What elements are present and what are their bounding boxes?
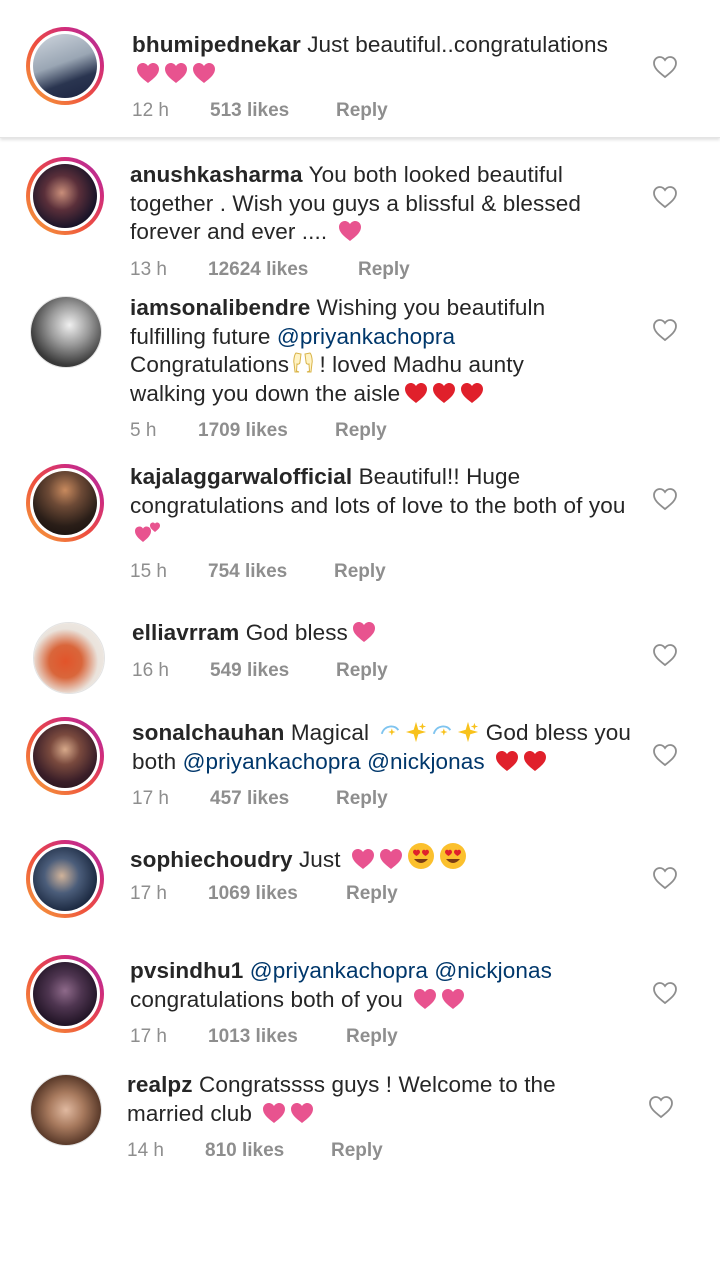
pink-hearts-emoji (258, 1101, 314, 1126)
heart-outline-icon[interactable] (652, 185, 678, 209)
comment-body: Just (298, 847, 341, 872)
avatar[interactable] (26, 717, 104, 795)
comment-meta: 16 h 549 likes Reply (132, 660, 388, 682)
heart-outline-icon[interactable] (648, 1095, 674, 1119)
comment-text: iamsonalibendre Wishing you beautifuln f… (130, 294, 600, 408)
mention-link[interactable]: @priyankachopra (277, 324, 455, 349)
likes-count[interactable]: 1709 likes (198, 420, 335, 442)
pink-hearts-emoji (409, 987, 465, 1012)
likes-count[interactable]: 1069 likes (208, 883, 346, 905)
heart-outline-icon[interactable] (652, 318, 678, 342)
heart-outline-icon[interactable] (652, 487, 678, 511)
comment-meta: 13 h 12624 likes Reply (130, 259, 410, 281)
comment-body: Congratulations (130, 352, 290, 377)
timestamp: 12 h (132, 100, 169, 121)
likes-count[interactable]: 12624 likes (208, 259, 358, 281)
pink-hearts-emoji (347, 847, 403, 872)
username[interactable]: pvsindhu1 (130, 958, 243, 983)
heart-eyes-emoji (403, 847, 467, 872)
red-hearts-emoji (400, 381, 484, 406)
timestamp: 13 h (130, 259, 167, 280)
reply-button[interactable]: Reply (336, 660, 388, 682)
timestamp: 16 h (132, 660, 169, 681)
comment-meta: 12 h 513 likes Reply (132, 100, 388, 122)
heart-outline-icon[interactable] (652, 55, 678, 79)
comment-body: Magical (290, 720, 370, 745)
sparkles-emoji (375, 720, 479, 745)
mention-link[interactable]: @nickjonas (367, 749, 485, 774)
avatar[interactable] (30, 296, 102, 368)
mention-link[interactable]: @priyankachopra (250, 958, 428, 983)
comment-meta: 15 h 754 likes Reply (130, 561, 386, 583)
likes-count[interactable]: 754 likes (208, 561, 334, 583)
comment-text: sonalchauhan Magical God bless you both … (132, 719, 632, 776)
username[interactable]: sonalchauhan (132, 720, 284, 745)
username[interactable]: bhumipednekar (132, 32, 301, 57)
heart-outline-icon[interactable] (652, 743, 678, 767)
heart-outline-icon[interactable] (652, 866, 678, 890)
heart-outline-icon[interactable] (652, 643, 678, 667)
timestamp: 17 h (132, 788, 169, 809)
two-hearts-emoji (134, 520, 162, 544)
timestamp: 15 h (130, 561, 167, 582)
mention-link[interactable]: @nickjonas (434, 958, 552, 983)
comment-body: God bless (245, 620, 348, 645)
reply-button[interactable]: Reply (334, 561, 386, 583)
heart-outline-icon[interactable] (652, 981, 678, 1005)
clinking-glasses-emoji (293, 351, 313, 375)
avatar[interactable] (26, 840, 104, 918)
mention-link[interactable]: @priyankachopra (183, 749, 361, 774)
timestamp: 14 h (127, 1140, 164, 1161)
comment-body: congratulations both of you (130, 986, 403, 1012)
reply-button[interactable]: Reply (336, 788, 388, 810)
comment-body: Just beautiful..congratulations (307, 32, 608, 57)
comment-meta: 5 h 1709 likes Reply (130, 420, 387, 442)
comment-text: realpz Congratssss guys ! Welcome to the… (127, 1071, 627, 1128)
reply-button[interactable]: Reply (346, 1026, 398, 1048)
comment-text: elliavrram God bless (132, 619, 612, 648)
avatar[interactable] (26, 955, 104, 1033)
username[interactable]: elliavrram (132, 620, 239, 645)
username[interactable]: realpz (127, 1072, 193, 1097)
avatar[interactable] (30, 1074, 102, 1146)
likes-count[interactable]: 810 likes (205, 1140, 331, 1162)
reply-button[interactable]: Reply (346, 883, 398, 905)
likes-count[interactable]: 513 likes (210, 100, 336, 122)
pink-heart-emoji (352, 621, 376, 643)
comment-text: pvsindhu1 @priyankachopra @nickjonas con… (130, 957, 630, 1014)
username[interactable]: sophiechoudry (130, 847, 293, 872)
reply-button[interactable]: Reply (358, 259, 410, 281)
username[interactable]: anushkasharma (130, 162, 303, 187)
comment-text: sophiechoudry Just (130, 842, 630, 875)
avatar[interactable] (26, 464, 104, 542)
comment-meta: 17 h 1013 likes Reply (130, 1026, 398, 1048)
timestamp: 17 h (130, 883, 167, 904)
reply-button[interactable]: Reply (331, 1140, 383, 1162)
avatar[interactable] (26, 157, 104, 235)
comment-text: anushkasharma You both looked beautiful … (130, 161, 630, 247)
avatar[interactable] (33, 622, 105, 694)
comment-text: kajalaggarwalofficial Beautiful!! Huge c… (130, 463, 640, 549)
comment-meta: 17 h 1069 likes Reply (130, 883, 398, 905)
username[interactable]: iamsonalibendre (130, 295, 310, 320)
reply-button[interactable]: Reply (335, 420, 387, 442)
red-hearts-emoji (491, 749, 547, 774)
pink-heart-emoji (334, 219, 362, 244)
comment-meta: 14 h 810 likes Reply (127, 1140, 383, 1162)
pink-hearts-emoji (132, 61, 216, 86)
timestamp: 17 h (130, 1026, 167, 1047)
reply-button[interactable]: Reply (336, 100, 388, 122)
likes-count[interactable]: 1013 likes (208, 1026, 346, 1048)
likes-count[interactable]: 457 likes (210, 788, 336, 810)
username[interactable]: kajalaggarwalofficial (130, 464, 352, 489)
timestamp: 5 h (130, 420, 157, 441)
comment-text: bhumipednekar Just beautiful..congratula… (132, 31, 612, 88)
avatar[interactable] (26, 27, 104, 105)
comment-meta: 17 h 457 likes Reply (132, 788, 388, 810)
likes-count[interactable]: 549 likes (210, 660, 336, 682)
